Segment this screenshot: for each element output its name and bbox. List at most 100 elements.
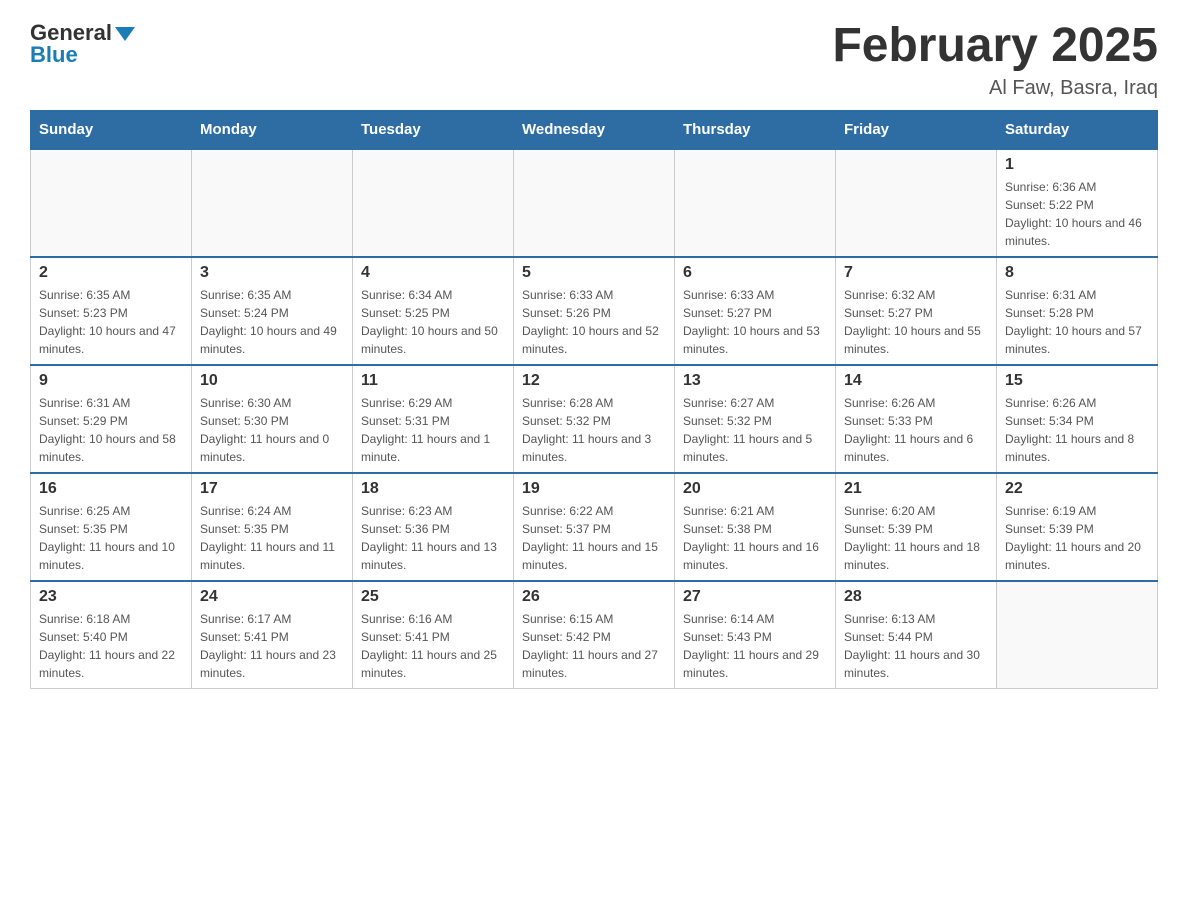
day-number: 16	[39, 480, 183, 498]
calendar-day-cell	[675, 149, 836, 257]
day-number: 9	[39, 372, 183, 390]
day-number: 1	[1005, 156, 1149, 174]
day-info: Sunrise: 6:23 AMSunset: 5:36 PMDaylight:…	[361, 502, 505, 574]
calendar-day-cell: 18 Sunrise: 6:23 AMSunset: 5:36 PMDayligh…	[353, 473, 514, 581]
day-number: 5	[522, 264, 666, 282]
calendar-day-cell: 26Sunrise: 6:15 AMSunset: 5:42 PMDayligh…	[514, 581, 675, 689]
title-block: February 2025 Al Faw, Basra, Iraq	[832, 20, 1158, 100]
day-info: Sunrise: 6:31 AMSunset: 5:28 PMDaylight:…	[1005, 286, 1149, 358]
day-number: 13	[683, 372, 827, 390]
calendar-day-cell: 27 Sunrise: 6:14 AMSunset: 5:43 PMDayligh…	[675, 581, 836, 689]
day-number: 14	[844, 372, 988, 390]
day-number: 21	[844, 480, 988, 498]
calendar-day-cell: 20Sunrise: 6:21 AMSunset: 5:38 PMDayligh…	[675, 473, 836, 581]
calendar-table: SundayMondayTuesdayWednesdayThursdayFrid…	[30, 110, 1158, 689]
day-of-week-header: Sunday	[31, 110, 192, 149]
calendar-day-cell: 25 Sunrise: 6:16 AMSunset: 5:41 PMDayligh…	[353, 581, 514, 689]
day-number: 11	[361, 372, 505, 390]
day-number: 19	[522, 480, 666, 498]
day-number: 8	[1005, 264, 1149, 282]
calendar-day-cell	[192, 149, 353, 257]
calendar-day-cell: 13 Sunrise: 6:27 AMSunset: 5:32 PMDayligh…	[675, 365, 836, 473]
day-info: Sunrise: 6:24 AMSunset: 5:35 PMDaylight:…	[200, 502, 344, 574]
day-info: Sunrise: 6:16 AMSunset: 5:41 PMDaylight:…	[361, 610, 505, 682]
day-number: 3	[200, 264, 344, 282]
day-info: Sunrise: 6:30 AMSunset: 5:30 PMDaylight:…	[200, 394, 344, 466]
day-of-week-header: Tuesday	[353, 110, 514, 149]
day-number: 4	[361, 264, 505, 282]
calendar-day-cell: 3 Sunrise: 6:35 AMSunset: 5:24 PMDaylight…	[192, 257, 353, 365]
day-info: Sunrise: 6:19 AMSunset: 5:39 PMDaylight:…	[1005, 502, 1149, 574]
calendar-day-cell: 15 Sunrise: 6:26 AMSunset: 5:34 PMDayligh…	[997, 365, 1158, 473]
calendar-day-cell: 7Sunrise: 6:32 AMSunset: 5:27 PMDaylight…	[836, 257, 997, 365]
logo-blue-text: Blue	[30, 42, 78, 68]
day-number: 20	[683, 480, 827, 498]
day-info: Sunrise: 6:22 AMSunset: 5:37 PMDaylight:…	[522, 502, 666, 574]
day-info: Sunrise: 6:35 AMSunset: 5:24 PMDaylight:…	[200, 286, 344, 358]
day-info: Sunrise: 6:29 AMSunset: 5:31 PMDaylight:…	[361, 394, 505, 466]
day-info: Sunrise: 6:36 AMSunset: 5:22 PMDaylight:…	[1005, 178, 1149, 250]
day-of-week-header: Thursday	[675, 110, 836, 149]
day-number: 24	[200, 588, 344, 606]
day-number: 15	[1005, 372, 1149, 390]
day-info: Sunrise: 6:27 AMSunset: 5:32 PMDaylight:…	[683, 394, 827, 466]
day-of-week-header: Monday	[192, 110, 353, 149]
day-number: 22	[1005, 480, 1149, 498]
day-of-week-header: Friday	[836, 110, 997, 149]
day-number: 6	[683, 264, 827, 282]
calendar-week-row: 1 Sunrise: 6:36 AMSunset: 5:22 PMDaylight…	[31, 149, 1158, 257]
calendar-day-cell: 17 Sunrise: 6:24 AMSunset: 5:35 PMDayligh…	[192, 473, 353, 581]
day-number: 18	[361, 480, 505, 498]
location-subtitle: Al Faw, Basra, Iraq	[832, 77, 1158, 100]
calendar-day-cell: 4 Sunrise: 6:34 AMSunset: 5:25 PMDaylight…	[353, 257, 514, 365]
calendar-day-cell: 5 Sunrise: 6:33 AMSunset: 5:26 PMDaylight…	[514, 257, 675, 365]
calendar-week-row: 23Sunrise: 6:18 AMSunset: 5:40 PMDayligh…	[31, 581, 1158, 689]
days-of-week-row: SundayMondayTuesdayWednesdayThursdayFrid…	[31, 110, 1158, 149]
calendar-week-row: 9 Sunrise: 6:31 AMSunset: 5:29 PMDaylight…	[31, 365, 1158, 473]
day-number: 17	[200, 480, 344, 498]
day-info: Sunrise: 6:18 AMSunset: 5:40 PMDaylight:…	[39, 610, 183, 682]
calendar-day-cell: 11 Sunrise: 6:29 AMSunset: 5:31 PMDayligh…	[353, 365, 514, 473]
day-info: Sunrise: 6:32 AMSunset: 5:27 PMDaylight:…	[844, 286, 988, 358]
day-of-week-header: Wednesday	[514, 110, 675, 149]
page-header: General Blue February 2025 Al Faw, Basra…	[30, 20, 1158, 100]
day-info: Sunrise: 6:13 AMSunset: 5:44 PMDaylight:…	[844, 610, 988, 682]
day-of-week-header: Saturday	[997, 110, 1158, 149]
calendar-day-cell: 1 Sunrise: 6:36 AMSunset: 5:22 PMDaylight…	[997, 149, 1158, 257]
calendar-day-cell	[514, 149, 675, 257]
day-number: 28	[844, 588, 988, 606]
day-number: 10	[200, 372, 344, 390]
calendar-body: 1 Sunrise: 6:36 AMSunset: 5:22 PMDaylight…	[31, 149, 1158, 689]
calendar-day-cell: 9 Sunrise: 6:31 AMSunset: 5:29 PMDaylight…	[31, 365, 192, 473]
calendar-day-cell: 2Sunrise: 6:35 AMSunset: 5:23 PMDaylight…	[31, 257, 192, 365]
calendar-day-cell: 6 Sunrise: 6:33 AMSunset: 5:27 PMDaylight…	[675, 257, 836, 365]
day-info: Sunrise: 6:26 AMSunset: 5:34 PMDaylight:…	[1005, 394, 1149, 466]
calendar-week-row: 2Sunrise: 6:35 AMSunset: 5:23 PMDaylight…	[31, 257, 1158, 365]
day-info: Sunrise: 6:33 AMSunset: 5:27 PMDaylight:…	[683, 286, 827, 358]
day-number: 12	[522, 372, 666, 390]
day-number: 25	[361, 588, 505, 606]
calendar-day-cell: 21 Sunrise: 6:20 AMSunset: 5:39 PMDayligh…	[836, 473, 997, 581]
calendar-day-cell: 22 Sunrise: 6:19 AMSunset: 5:39 PMDayligh…	[997, 473, 1158, 581]
calendar-week-row: 16 Sunrise: 6:25 AMSunset: 5:35 PMDayligh…	[31, 473, 1158, 581]
day-info: Sunrise: 6:14 AMSunset: 5:43 PMDaylight:…	[683, 610, 827, 682]
calendar-day-cell: 10 Sunrise: 6:30 AMSunset: 5:30 PMDayligh…	[192, 365, 353, 473]
day-info: Sunrise: 6:28 AMSunset: 5:32 PMDaylight:…	[522, 394, 666, 466]
calendar-day-cell	[353, 149, 514, 257]
day-info: Sunrise: 6:35 AMSunset: 5:23 PMDaylight:…	[39, 286, 183, 358]
calendar-day-cell	[997, 581, 1158, 689]
calendar-day-cell: 23Sunrise: 6:18 AMSunset: 5:40 PMDayligh…	[31, 581, 192, 689]
calendar-day-cell: 8 Sunrise: 6:31 AMSunset: 5:28 PMDaylight…	[997, 257, 1158, 365]
day-info: Sunrise: 6:15 AMSunset: 5:42 PMDaylight:…	[522, 610, 666, 682]
calendar-day-cell: 28 Sunrise: 6:13 AMSunset: 5:44 PMDayligh…	[836, 581, 997, 689]
day-info: Sunrise: 6:34 AMSunset: 5:25 PMDaylight:…	[361, 286, 505, 358]
day-info: Sunrise: 6:31 AMSunset: 5:29 PMDaylight:…	[39, 394, 183, 466]
calendar-day-cell: 16 Sunrise: 6:25 AMSunset: 5:35 PMDayligh…	[31, 473, 192, 581]
day-number: 27	[683, 588, 827, 606]
logo-arrow-icon	[115, 27, 135, 41]
calendar-day-cell: 24Sunrise: 6:17 AMSunset: 5:41 PMDayligh…	[192, 581, 353, 689]
day-info: Sunrise: 6:25 AMSunset: 5:35 PMDaylight:…	[39, 502, 183, 574]
day-info: Sunrise: 6:33 AMSunset: 5:26 PMDaylight:…	[522, 286, 666, 358]
logo: General Blue	[30, 20, 135, 68]
day-info: Sunrise: 6:20 AMSunset: 5:39 PMDaylight:…	[844, 502, 988, 574]
